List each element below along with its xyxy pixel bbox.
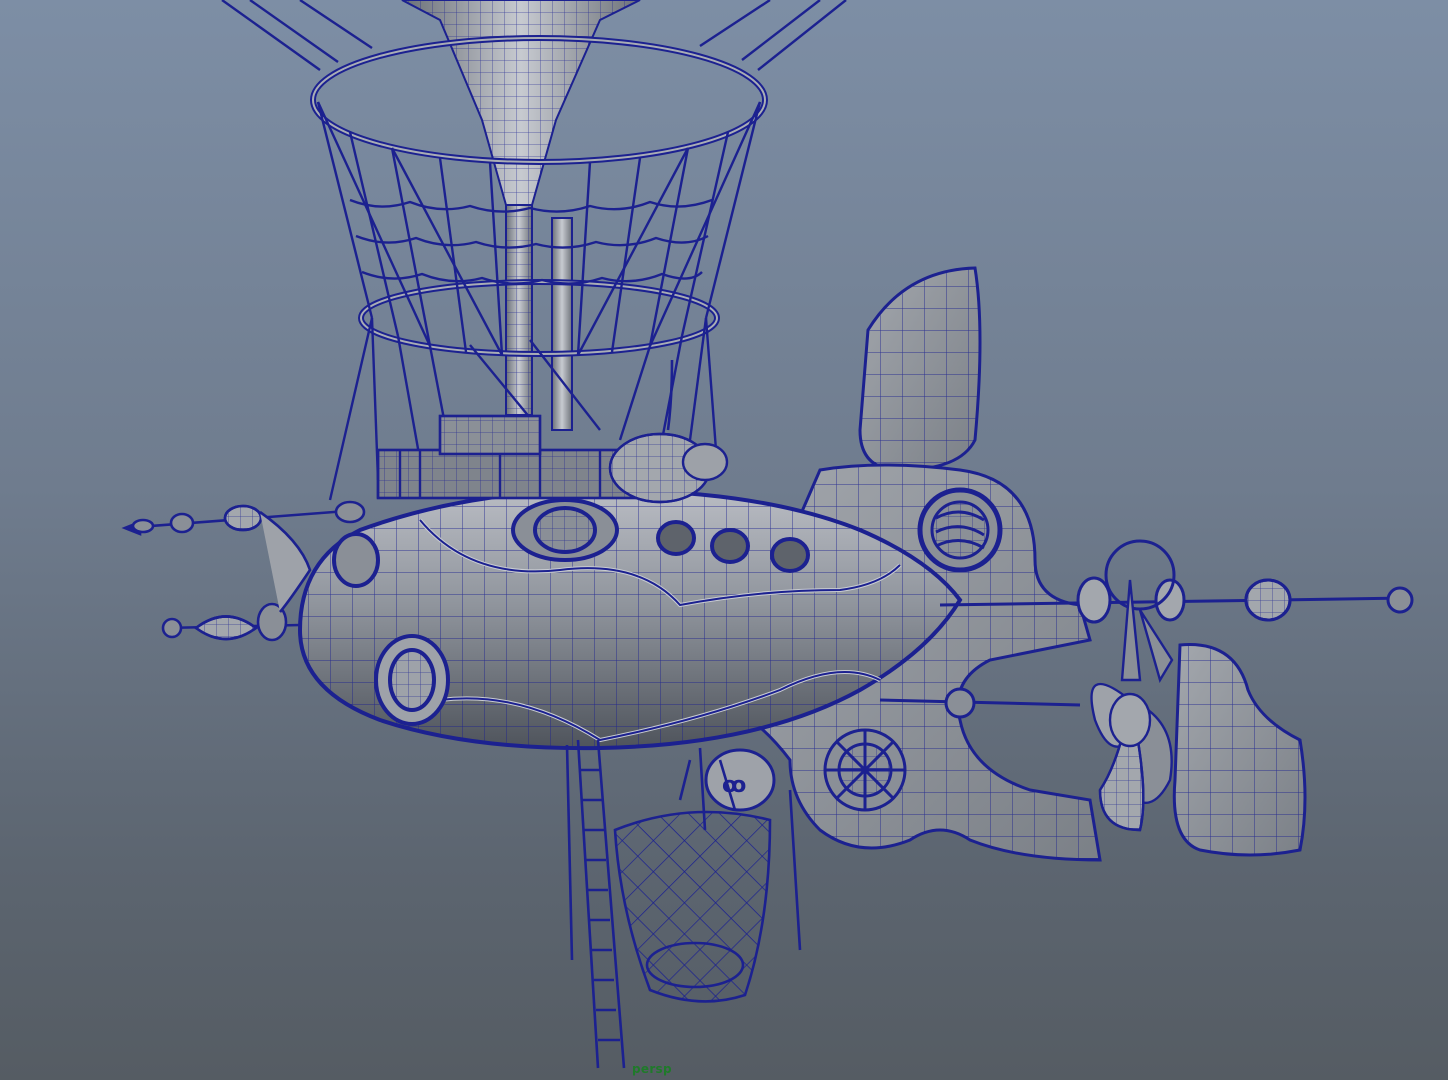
- maya-perspective-viewport[interactable]: ꝏ persp: [0, 0, 1448, 1080]
- airship-model[interactable]: ꝏ: [0, 0, 1448, 1080]
- camera-label: persp: [632, 1062, 672, 1076]
- tail-fin-top[interactable]: [858, 266, 982, 472]
- tail-fin-bottom[interactable]: [1172, 643, 1307, 857]
- balloon-funnel[interactable]: [401, 0, 641, 431]
